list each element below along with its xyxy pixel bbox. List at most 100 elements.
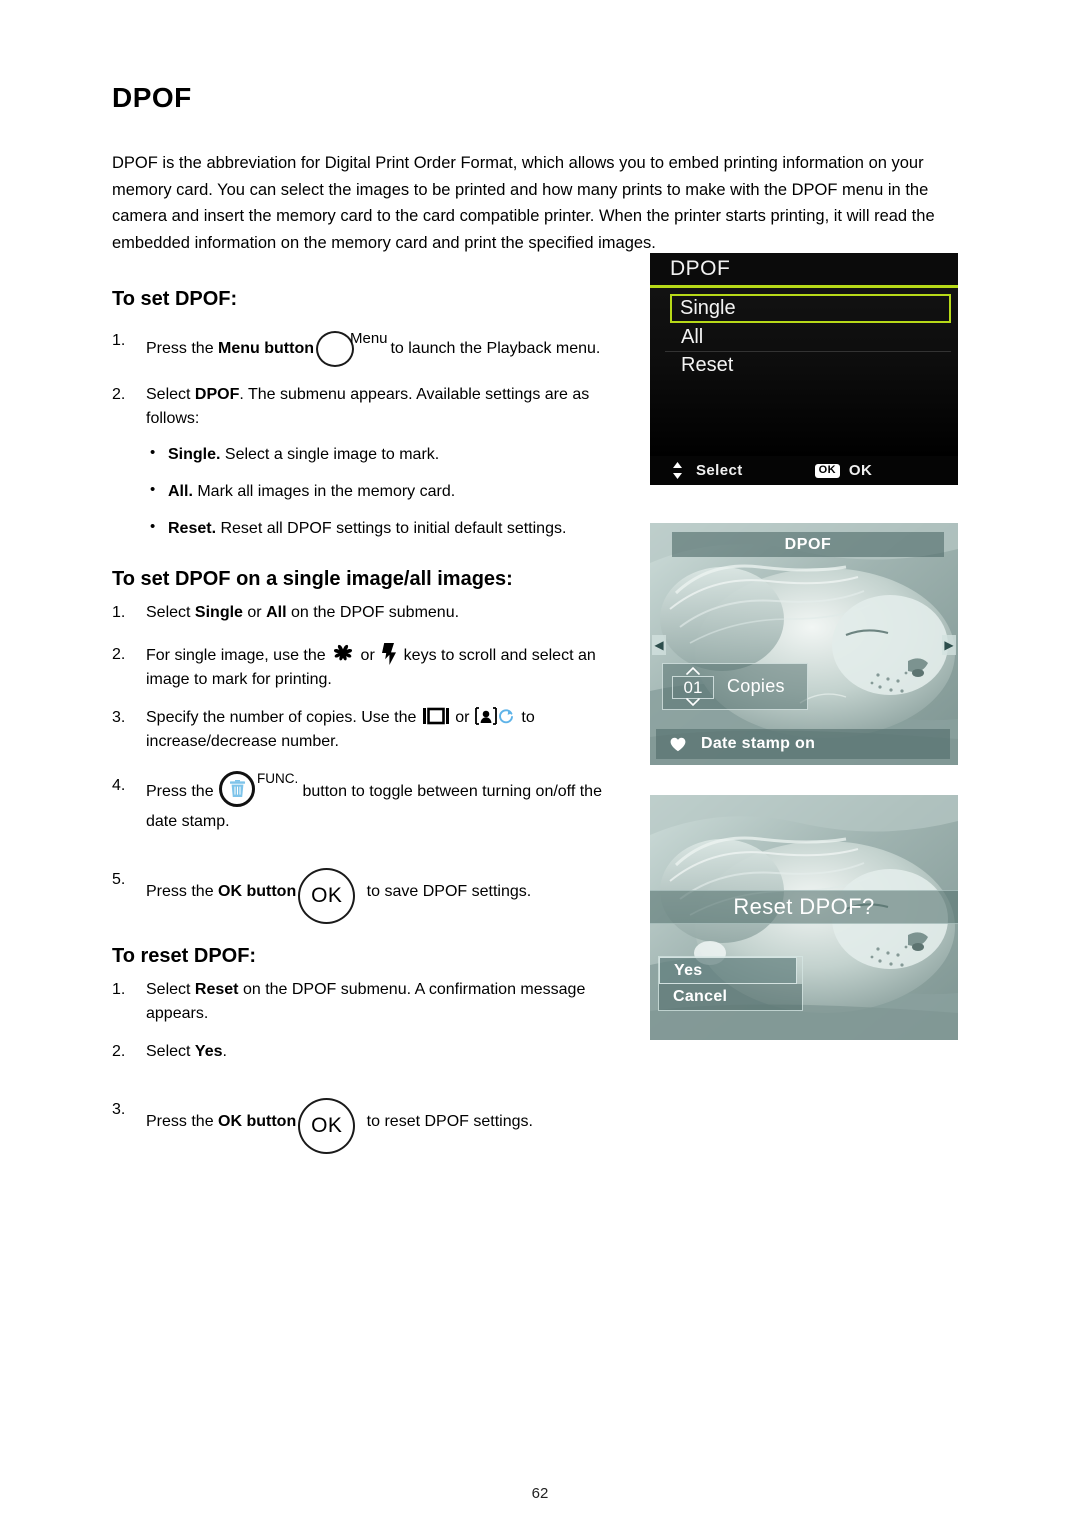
step-text: Press the bbox=[146, 1112, 219, 1130]
step-text: to save DPOF settings. bbox=[362, 882, 532, 900]
dpof-options-list: Single. Select a single image to mark. A… bbox=[146, 442, 622, 541]
set-dpof-steps-column: 1. Press the Menu button Menu to launch th… bbox=[112, 329, 622, 541]
confirm-option-cancel[interactable]: Cancel bbox=[659, 984, 802, 1010]
step-text: to reset DPOF settings. bbox=[362, 1112, 533, 1130]
menu-button-icon: Menu bbox=[316, 329, 388, 369]
list-item: Reset. Reset all DPOF settings to initia… bbox=[146, 516, 622, 541]
chevron-down-icon[interactable] bbox=[686, 698, 700, 706]
step-item: 4. Press the FUNC. button to toggle betwe… bbox=[112, 770, 622, 834]
menu-button-ring bbox=[316, 330, 354, 367]
set-dpof-steps: 1. Press the Menu button Menu to launch th… bbox=[112, 329, 622, 541]
step-bold-term: Menu button bbox=[218, 339, 314, 357]
date-stamp-bar: Date stamp on bbox=[656, 729, 950, 759]
prev-image-arrow[interactable]: ◀ bbox=[652, 635, 666, 655]
step-number: 5. bbox=[112, 870, 126, 888]
step-bold-term: Reset bbox=[194, 980, 239, 998]
step-text: Select bbox=[146, 1042, 195, 1060]
menu-item-label: Single bbox=[680, 297, 736, 319]
up-down-arrows-icon bbox=[673, 462, 682, 479]
macro-icon bbox=[334, 644, 353, 661]
option-desc: Select a single image to mark. bbox=[220, 445, 440, 463]
menu-item-reset[interactable]: Reset bbox=[673, 352, 951, 379]
heart-icon bbox=[670, 737, 686, 751]
copies-stepper-controls: 01 bbox=[672, 664, 714, 709]
step-item: 2. Select DPOF. The submenu appears. Avai… bbox=[112, 383, 622, 541]
ok-button-label: OK bbox=[311, 884, 343, 908]
step-bold-term: DPOF bbox=[194, 385, 240, 403]
trash-icon bbox=[230, 779, 246, 797]
step-text-after: to launch the Playback menu. bbox=[386, 339, 601, 357]
confirm-option-label: Cancel bbox=[673, 988, 728, 1005]
menu-item-label: Reset bbox=[681, 354, 734, 376]
menu-item-single[interactable]: Single bbox=[670, 294, 951, 323]
menu-button-label: Menu bbox=[350, 329, 388, 347]
next-image-arrow[interactable]: ▶ bbox=[942, 635, 956, 655]
step-item: 3. Press the OK button OK to reset DPOF se… bbox=[112, 1097, 622, 1156]
step-text-before: Select bbox=[146, 385, 195, 403]
step-bold-term: Single bbox=[194, 603, 243, 621]
menu-title: DPOF bbox=[670, 257, 731, 280]
ok-button-icon: OK bbox=[298, 1097, 360, 1156]
confirm-option-label: Yes bbox=[674, 961, 703, 979]
step-text-before: Press the bbox=[146, 339, 219, 357]
manual-page: DPOF DPOF is the abbreviation for Digita… bbox=[0, 0, 1080, 1527]
menu-item-label: All bbox=[681, 326, 704, 348]
step-number: 2. bbox=[112, 645, 126, 663]
copies-label: Copies bbox=[727, 676, 785, 696]
confirm-option-yes[interactable]: Yes bbox=[659, 957, 797, 984]
chevron-up-icon[interactable] bbox=[686, 667, 700, 675]
single-image-steps: 1. Select Single or All on the DPOF subme… bbox=[112, 601, 622, 926]
step-text: or bbox=[242, 603, 267, 621]
option-desc: Mark all images in the memory card. bbox=[192, 482, 456, 500]
step-number: 2. bbox=[112, 1042, 126, 1060]
screenshot-dpof-menu: DPOF Single All Reset Select OK OK bbox=[650, 253, 958, 485]
menu-item-all[interactable]: All bbox=[665, 324, 951, 352]
step-item: 1. Select Single or All on the DPOF subme… bbox=[112, 601, 622, 625]
step-item: 2. Select Yes. bbox=[112, 1040, 622, 1064]
reset-dpof-steps: 1. Select Reset on the DPOF submenu. A co… bbox=[112, 978, 622, 1156]
display-icon bbox=[422, 707, 449, 725]
step-number: 1. bbox=[112, 331, 126, 349]
step-item: 2. For single image, use the or keys to s… bbox=[112, 642, 622, 692]
reset-confirmation-banner: Reset DPOF? bbox=[650, 890, 958, 924]
intro-paragraph: DPOF is the abbreviation for Digital Pri… bbox=[112, 154, 935, 253]
step-text: . bbox=[222, 1042, 227, 1060]
ok-button-icon: OK bbox=[298, 867, 360, 926]
step-number: 3. bbox=[112, 708, 126, 726]
func-button-label: FUNC. bbox=[257, 770, 299, 786]
page-number: 62 bbox=[531, 1485, 549, 1502]
list-item: All. Mark all images in the memory card. bbox=[146, 479, 622, 504]
menu-footer-select-label: Select bbox=[696, 462, 743, 479]
step-bold-term: All bbox=[266, 603, 287, 621]
func-trash-button-icon: FUNC. bbox=[219, 770, 299, 810]
step-text: or bbox=[356, 646, 380, 664]
flash-icon bbox=[382, 642, 397, 665]
self-timer-icon bbox=[475, 706, 497, 725]
single-image-steps-column: 1. Select Single or All on the DPOF subme… bbox=[112, 601, 622, 926]
step-text: Select bbox=[146, 603, 195, 621]
option-term: All. bbox=[168, 482, 193, 500]
list-item: Single. Select a single image to mark. bbox=[146, 442, 622, 467]
step-text: Press the bbox=[146, 782, 219, 800]
reset-dpof-steps-column: 1. Select Reset on the DPOF submenu. A co… bbox=[112, 978, 622, 1156]
date-stamp-label: Date stamp on bbox=[701, 735, 816, 752]
menu-footer: Select OK OK bbox=[650, 456, 958, 485]
camera-screenshots: DPOF Single All Reset Select OK OK DPOF … bbox=[650, 253, 958, 1040]
step-bold-term: OK button bbox=[218, 882, 297, 900]
copies-value[interactable]: 01 bbox=[672, 676, 714, 699]
step-text: Press the bbox=[146, 882, 219, 900]
option-term: Single. bbox=[168, 445, 221, 463]
step-text: Select bbox=[146, 980, 195, 998]
copies-stepper[interactable]: 01 Copies bbox=[662, 663, 808, 710]
step-number: 4. bbox=[112, 776, 126, 794]
page-title: DPOF bbox=[112, 82, 192, 113]
osd-title-bar: DPOF bbox=[672, 532, 944, 557]
step-text: Specify the number of copies. Use the bbox=[146, 708, 421, 726]
ok-badge-icon: OK bbox=[814, 463, 840, 478]
step-item: 1. Select Reset on the DPOF submenu. A co… bbox=[112, 978, 622, 1026]
step-bold-term: Yes bbox=[194, 1042, 223, 1060]
step-text: For single image, use the bbox=[146, 646, 331, 664]
step-item: 5. Press the OK button OK to save DPOF set… bbox=[112, 867, 622, 926]
step-number: 1. bbox=[112, 980, 126, 998]
rotate-icon bbox=[499, 709, 513, 724]
